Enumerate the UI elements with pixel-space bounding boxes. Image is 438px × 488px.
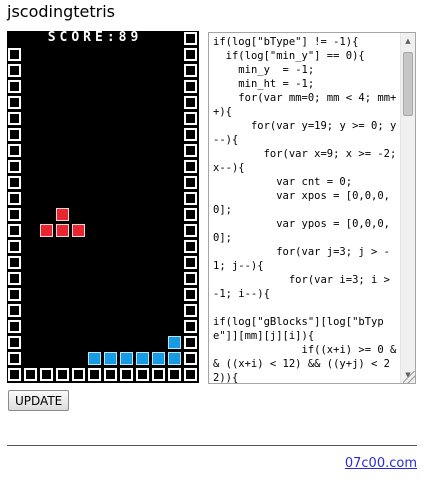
wall-cell	[8, 160, 21, 173]
wall-cell	[8, 144, 21, 157]
wall-cell	[8, 80, 21, 93]
wall-cell	[184, 304, 197, 317]
wall-cell	[8, 272, 21, 285]
settled-block	[168, 352, 181, 365]
wall-cell	[8, 336, 21, 349]
wall-cell	[104, 368, 117, 381]
wall-cell	[184, 128, 197, 141]
code-text[interactable]: if(log["bType"] != -1){ if(log["min_y"] …	[213, 35, 399, 383]
wall-cell	[8, 368, 21, 381]
settled-block	[168, 336, 181, 349]
active-piece-block	[40, 224, 53, 237]
wall-cell	[8, 352, 21, 365]
code-textarea[interactable]: if(log["bType"] != -1){ if(log["min_y"] …	[208, 32, 416, 384]
wall-cell	[184, 48, 197, 61]
scroll-up-icon[interactable]: ▲	[401, 33, 415, 49]
wall-cell	[184, 288, 197, 301]
resize-grip-icon[interactable]	[403, 371, 415, 383]
wall-cell	[40, 368, 53, 381]
wall-cell	[8, 288, 21, 301]
wall-cell	[8, 112, 21, 125]
wall-cell	[8, 64, 21, 77]
settled-block	[104, 352, 117, 365]
wall-cell	[8, 224, 21, 237]
settled-block	[136, 352, 149, 365]
wall-cell	[184, 368, 197, 381]
wall-cell	[184, 352, 197, 365]
wall-cell	[8, 208, 21, 221]
settled-block	[152, 352, 165, 365]
wall-cell	[184, 144, 197, 157]
wall-cell	[120, 368, 133, 381]
wall-cell	[184, 208, 197, 221]
wall-cell	[24, 368, 37, 381]
wall-cell	[184, 80, 197, 93]
wall-cell	[8, 128, 21, 141]
active-piece-block	[56, 208, 69, 221]
wall-cell	[152, 368, 165, 381]
wall-cell	[184, 320, 197, 333]
wall-cell	[184, 192, 197, 205]
update-button[interactable]: UPDATE	[8, 390, 70, 411]
settled-block	[120, 352, 133, 365]
wall-cell	[184, 32, 197, 45]
wall-cell	[168, 368, 181, 381]
score-display: SCORE:89	[7, 31, 183, 45]
wall-cell	[184, 96, 197, 109]
wall-cell	[184, 160, 197, 173]
wall-cell	[72, 368, 85, 381]
wall-cell	[184, 240, 197, 253]
score-label: SCORE:	[47, 30, 119, 45]
active-piece-block	[72, 224, 85, 237]
wall-cell	[88, 368, 101, 381]
wall-cell	[8, 48, 21, 61]
wall-cell	[8, 256, 21, 269]
wall-cell	[8, 176, 21, 189]
scroll-thumb[interactable]	[403, 52, 413, 116]
wall-cell	[8, 320, 21, 333]
wall-cell	[184, 256, 197, 269]
footer-link[interactable]: 07c00.com	[345, 456, 417, 471]
wall-cell	[184, 272, 197, 285]
wall-cell	[8, 304, 21, 317]
wall-cell	[8, 96, 21, 109]
wall-cell	[136, 368, 149, 381]
tetris-board: SCORE:89	[7, 31, 199, 383]
wall-cell	[184, 336, 197, 349]
footer-divider	[7, 445, 417, 446]
wall-cell	[184, 112, 197, 125]
wall-cell	[184, 64, 197, 77]
wall-cell	[8, 240, 21, 253]
settled-block	[88, 352, 101, 365]
page-title: jscodingtetris	[7, 2, 116, 21]
wall-cell	[184, 224, 197, 237]
wall-cell	[184, 176, 197, 189]
wall-cell	[8, 192, 21, 205]
score-value: 89	[118, 30, 143, 45]
wall-cell	[56, 368, 69, 381]
active-piece-block	[56, 224, 69, 237]
code-scrollbar[interactable]: ▲ ▼	[400, 33, 415, 383]
